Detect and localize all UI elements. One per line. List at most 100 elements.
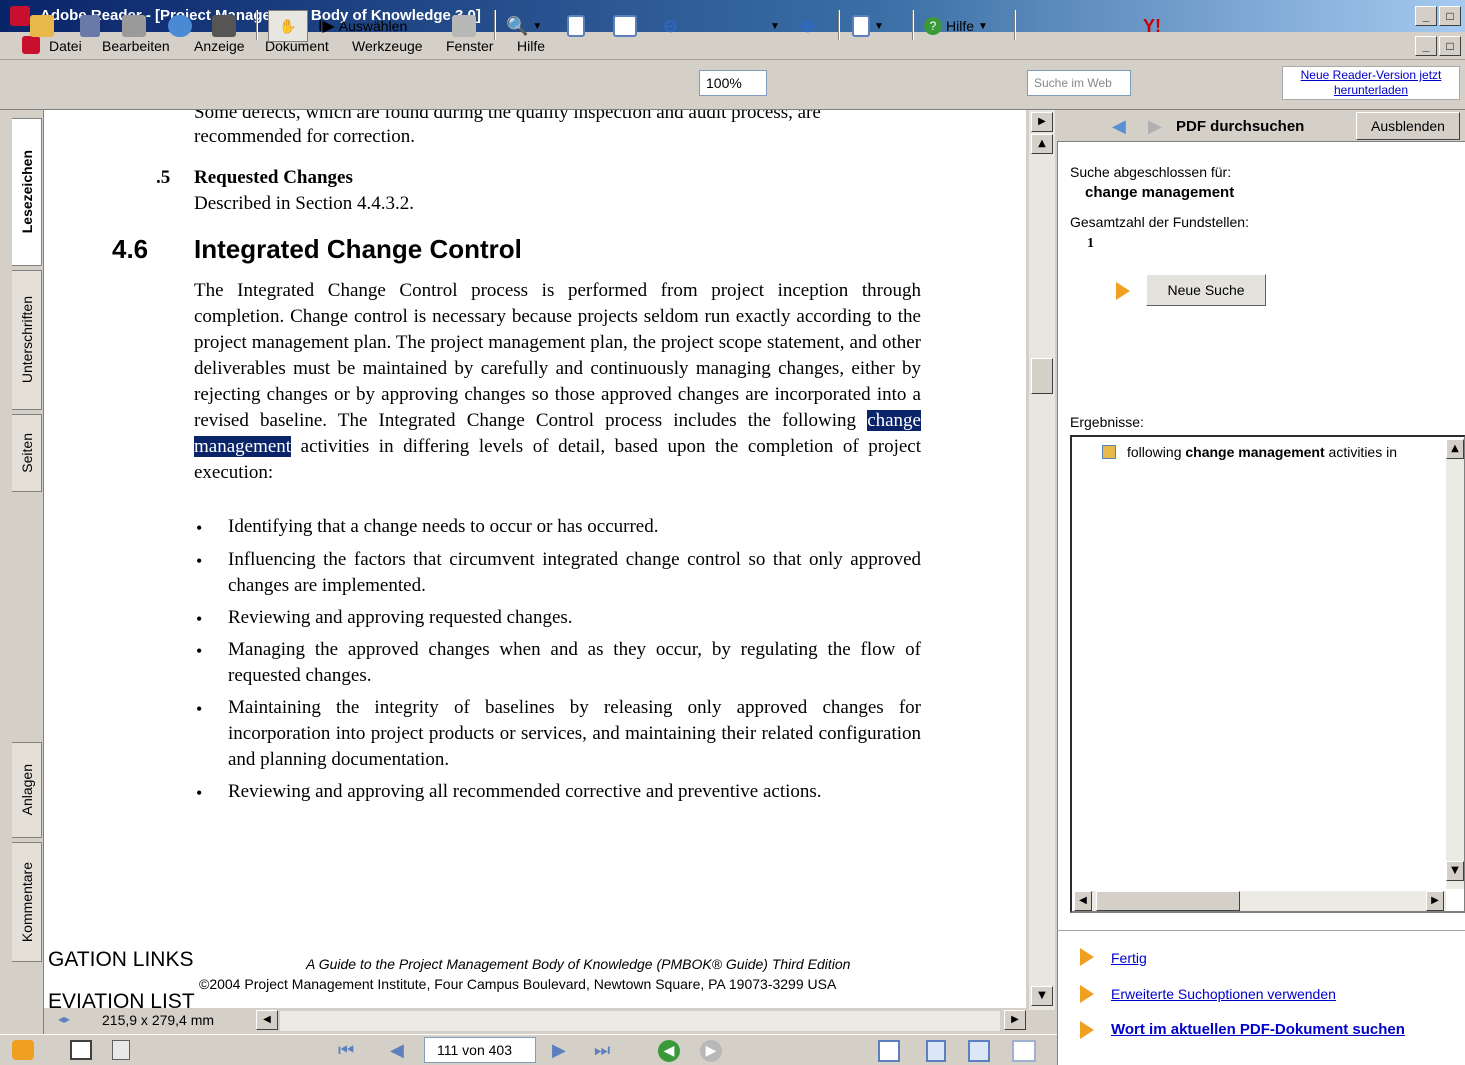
minimize-button[interactable]: _ xyxy=(1415,6,1437,26)
rotate-page-icon xyxy=(852,15,870,37)
zoom-in-tool-button[interactable]: 🔍 ▼ xyxy=(506,10,542,42)
chevron-down-icon: ▼ xyxy=(874,20,884,32)
last-page-button[interactable]: ⏭ xyxy=(594,1040,610,1061)
find-button[interactable] xyxy=(212,10,236,42)
minus-circle-icon: ⊖ xyxy=(663,15,679,36)
scroll-left-button[interactable]: ◀ xyxy=(256,1010,278,1030)
tab-seiten[interactable]: Seiten xyxy=(12,414,42,492)
results-scroll-thumb[interactable] xyxy=(1096,891,1240,911)
tab-kommentare[interactable]: Kommentare xyxy=(12,842,42,962)
zoom-input[interactable]: 100% xyxy=(699,70,767,96)
tab-lesezeichen[interactable]: Lesezeichen xyxy=(12,118,42,266)
list-item: Maintaining the integrity of baselines b… xyxy=(228,697,921,770)
snapshot-button[interactable] xyxy=(452,10,476,42)
previous-page-button[interactable]: ◀ xyxy=(390,1040,404,1061)
section-number: 4.6 xyxy=(112,234,149,264)
email-button[interactable] xyxy=(168,10,192,42)
zoom-out-button[interactable]: ⊖ xyxy=(663,10,678,42)
cursor-icon: I▶ xyxy=(318,18,335,35)
search-web-input[interactable]: Suche im Web xyxy=(1027,70,1131,96)
results-list[interactable]: following change management activities i… xyxy=(1070,435,1465,913)
search-current-pdf-link[interactable]: Wort im aktuellen PDF-Dokument suchen xyxy=(1111,1021,1405,1038)
search-panel-title: PDF durchsuchen xyxy=(1176,118,1305,135)
results-scroll-up-button[interactable]: ▲ xyxy=(1446,439,1464,459)
select-tool-button[interactable]: I▶ Auswählen xyxy=(318,10,407,42)
doc-minimize-button[interactable]: _ xyxy=(1415,36,1437,56)
tools-icon[interactable] xyxy=(12,1040,34,1060)
help-button[interactable]: ? Hilfe ▼ xyxy=(924,10,988,42)
zoom-dropdown[interactable]: ▼ xyxy=(770,10,780,42)
forward-button[interactable]: ▶ xyxy=(700,1040,722,1062)
print-button[interactable] xyxy=(122,10,146,42)
scroll-up-button[interactable]: ▲ xyxy=(1031,134,1053,154)
facing-view-button[interactable] xyxy=(968,1040,990,1062)
list-item: Managing the approved changes when and a… xyxy=(228,639,921,686)
hand-tool-button[interactable]: ✋ xyxy=(268,10,308,42)
scroll-down-button[interactable]: ▼ xyxy=(1031,986,1053,1006)
yahoo-icon[interactable]: Y! xyxy=(1143,10,1161,42)
new-search-button[interactable]: Neue Suche xyxy=(1146,274,1266,306)
maximize-button[interactable]: □ xyxy=(1439,6,1461,26)
fit-page-icon xyxy=(567,15,585,37)
document-view[interactable]: Some defects, which are found during the… xyxy=(44,110,1026,1008)
tab-unterschriften[interactable]: Unterschriften xyxy=(12,270,42,410)
search-completed-label: Suche abgeschlossen für: xyxy=(1070,164,1232,180)
folder-icon xyxy=(30,15,54,37)
document-scrollbar[interactable]: ▶ ▲ ▼ xyxy=(1029,110,1055,1010)
hide-panel-button[interactable]: Ausblenden xyxy=(1356,112,1460,140)
horizontal-scroll-track[interactable] xyxy=(280,1011,1000,1031)
results-horizontal-scrollbar[interactable]: ◀ ▶ xyxy=(1074,891,1446,911)
tab-anlagen[interactable]: Anlagen xyxy=(12,742,42,838)
list-item: Influencing the factors that circumvent … xyxy=(228,549,921,596)
page-icon[interactable] xyxy=(112,1040,130,1060)
horizontal-scroll-row: ◂▸ 215,9 x 279,4 mm ◀ ▶ xyxy=(44,1010,1029,1032)
single-page-view-button[interactable] xyxy=(878,1040,900,1062)
advanced-search-link[interactable]: Erweiterte Suchoptionen verwenden xyxy=(1111,986,1336,1002)
bullet-dot: • xyxy=(196,783,203,803)
results-vertical-scrollbar[interactable]: ▲ ▼ xyxy=(1446,439,1464,889)
total-count-label: Gesamtzahl der Fundstellen: xyxy=(1070,214,1249,230)
done-link[interactable]: Fertig xyxy=(1111,950,1147,966)
scroll-right-button[interactable]: ▶ xyxy=(1004,1010,1026,1030)
back-button[interactable]: ◀ xyxy=(658,1040,680,1062)
results-scroll-right-button[interactable]: ▶ xyxy=(1426,891,1444,911)
results-scroll-left-button[interactable]: ◀ xyxy=(1074,891,1092,911)
abbreviation-list-button[interactable]: EVIATION LIST xyxy=(48,990,195,1008)
results-label: Ergebnisse: xyxy=(1070,414,1144,430)
resize-icon[interactable]: ◂▸ xyxy=(58,1012,70,1026)
save-button[interactable] xyxy=(80,10,100,42)
zoom-in-button[interactable]: ⊕ xyxy=(800,10,815,42)
panel-divider xyxy=(1057,930,1465,931)
rotate-button[interactable]: ▼ xyxy=(852,10,884,42)
expand-panel-button[interactable]: ▶ xyxy=(1031,112,1053,132)
screen-icon[interactable] xyxy=(70,1040,92,1060)
footer-line-2: ©2004 Project Management Institute, Four… xyxy=(199,976,837,992)
doc-top-text-2: recommended for correction. xyxy=(194,126,416,147)
results-scroll-down-button[interactable]: ▼ xyxy=(1446,861,1464,881)
new-version-line1: Neue Reader-Version jetzt xyxy=(1300,68,1442,82)
first-page-button[interactable]: ⏮ xyxy=(338,1040,354,1061)
search-result-item[interactable]: following change management activities i… xyxy=(1127,444,1437,460)
footer-line-1: A Guide to the Project Management Body o… xyxy=(306,956,851,972)
fit-page-button[interactable] xyxy=(567,10,585,42)
paragraph-text: The Integrated Change Control process is… xyxy=(194,280,921,431)
adobe-reader-icon xyxy=(10,6,30,26)
result-text-bold: change management xyxy=(1185,444,1325,460)
fit-width-button[interactable] xyxy=(613,10,637,42)
forward-arrow-icon[interactable]: ▶ xyxy=(1148,116,1162,137)
page-number-input[interactable]: 111 von 403 xyxy=(424,1037,536,1063)
scroll-thumb[interactable] xyxy=(1031,358,1053,394)
new-version-link[interactable]: Neue Reader-Version jetzt herunterladen xyxy=(1282,66,1460,100)
tab-seiten-label: Seiten xyxy=(18,433,35,473)
doc-restore-button[interactable]: □ xyxy=(1439,36,1461,56)
nav-links-button[interactable]: GATION LINKS xyxy=(48,948,193,972)
chevron-down-icon: ▼ xyxy=(978,20,988,32)
continuous-facing-view-button[interactable] xyxy=(1012,1040,1036,1062)
back-arrow-icon[interactable]: ◀ xyxy=(1112,116,1126,137)
continuous-view-button[interactable] xyxy=(926,1040,946,1062)
item-description: Described in Section 4.4.3.2. xyxy=(194,193,415,214)
arrow-right-icon xyxy=(1116,282,1130,300)
next-page-button[interactable]: ▶ xyxy=(552,1040,566,1061)
open-button[interactable] xyxy=(30,10,54,42)
fit-width-icon xyxy=(613,15,637,37)
